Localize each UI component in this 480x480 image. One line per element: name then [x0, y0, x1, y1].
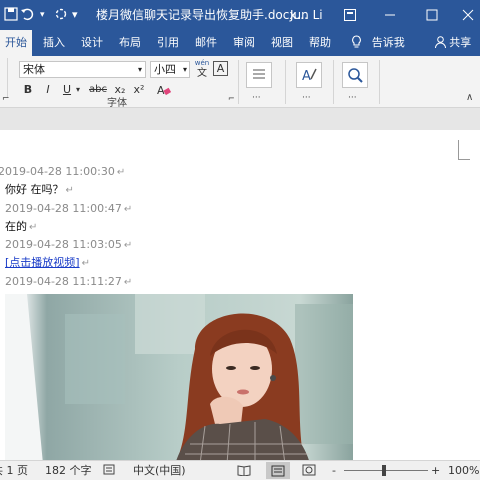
ribbon-separator [238, 60, 239, 104]
undo-dropdown-icon[interactable]: ▾ [40, 7, 45, 23]
title-bar: ▾ ▾ 楼月微信聊天记录导出恢复助手.docx... Jun Li [0, 0, 480, 30]
play-video-link[interactable]: [点击播放视频] [5, 256, 80, 269]
zoom-out-button[interactable]: - [332, 461, 336, 480]
font-size-value: 小四 [154, 63, 176, 76]
collapse-ribbon-icon[interactable]: ∧ [466, 92, 473, 103]
document-title: 楼月微信聊天记录导出恢复助手.docx... [96, 8, 308, 22]
ribbon-separator [379, 60, 380, 104]
styles-dropdown-icon[interactable]: ··· [302, 93, 311, 103]
language-indicator[interactable]: 中文(中国) [133, 461, 186, 480]
svg-text:A: A [302, 69, 311, 84]
bold-button[interactable]: B [22, 83, 34, 97]
read-mode-icon[interactable] [237, 461, 251, 480]
phonetic-char: 文 [197, 68, 207, 79]
phonetic-guide-button[interactable]: wén 文 [193, 59, 211, 79]
message-text: 在的 ↵ [5, 220, 38, 233]
ribbon-display-icon[interactable] [330, 0, 370, 30]
customize-icon[interactable]: ▾ [72, 7, 78, 23]
underline-button[interactable]: U [61, 83, 73, 97]
styles-icon[interactable]: A [296, 62, 322, 88]
tab-design[interactable]: 设计 [76, 30, 108, 56]
word-window: ▾ ▾ 楼月微信聊天记录导出恢复助手.docx... Jun Li 开始 插入 … [0, 0, 480, 480]
find-icon[interactable] [342, 62, 368, 88]
font-name-value: 宋体 [23, 63, 45, 76]
clipboard-group: ⌐ [0, 58, 14, 104]
tab-view[interactable]: 视图 [266, 30, 298, 56]
tab-mailings[interactable]: 邮件 [190, 30, 222, 56]
superscript-button[interactable]: x² [131, 83, 147, 97]
tab-layout[interactable]: 布局 [114, 30, 146, 56]
person-icon [434, 36, 450, 49]
proofing-icon[interactable] [103, 461, 117, 480]
underline-dropdown-icon[interactable]: ▾ [74, 83, 82, 97]
message-text: 你好 在吗？ ↵ [5, 183, 74, 196]
video-link-line: [点击播放视频] ↵ [5, 256, 90, 269]
close-icon[interactable] [448, 0, 480, 30]
timestamp: 2019-04-28 11:11:27 ↵ [5, 275, 133, 288]
zoom-slider-thumb[interactable] [382, 465, 386, 476]
character-border-button[interactable]: A [213, 61, 228, 76]
print-layout-button[interactable] [266, 462, 290, 479]
tab-insert[interactable]: 插入 [38, 30, 70, 56]
document-page[interactable]: 2019-04-28 11:00:30 ↵ 你好 在吗？ ↵ 2019-04-28 … [0, 130, 480, 460]
italic-button[interactable]: I [42, 83, 54, 97]
undo-icon[interactable] [20, 7, 34, 25]
font-group-label: 字体 [107, 98, 127, 109]
font-launcher-icon[interactable]: ⌐ [228, 94, 235, 103]
ruler-gap [0, 108, 480, 130]
font-size-dropdown-icon[interactable]: ▾ [183, 62, 187, 77]
redo-icon[interactable] [54, 7, 68, 25]
maximize-icon[interactable] [412, 0, 452, 30]
zoom-in-button[interactable]: + [431, 461, 440, 480]
tell-me-button[interactable]: 告诉我 [346, 30, 410, 56]
ribbon-separator [333, 60, 334, 104]
svg-text:A: A [157, 84, 165, 96]
tab-references[interactable]: 引用 [152, 30, 184, 56]
tell-me-label: 告诉我 [371, 36, 405, 49]
clipboard-launcher-icon[interactable]: ⌐ [2, 94, 10, 104]
ribbon-tabs: 开始 插入 设计 布局 引用 邮件 审阅 视图 帮助 告诉我 共享 [0, 30, 480, 56]
share-button[interactable]: 共享 [428, 30, 478, 56]
paragraph-icon[interactable] [246, 62, 272, 88]
status-bar: 共 1 页 182 个字 中文(中国) - + 100% [0, 460, 480, 480]
save-icon[interactable] [4, 7, 18, 25]
margin-corner-mark [458, 140, 470, 160]
timestamp: 2019-04-28 11:00:30 ↵ [0, 165, 126, 178]
ribbon-separator [285, 60, 286, 104]
zoom-slider[interactable] [344, 470, 428, 471]
chat-photo[interactable] [5, 294, 353, 460]
word-count[interactable]: 182 个字 [45, 461, 92, 480]
tab-help[interactable]: 帮助 [304, 30, 336, 56]
page-count[interactable]: 共 1 页 [0, 461, 28, 480]
strikethrough-button[interactable]: abc [87, 83, 109, 97]
timestamp: 2019-04-28 11:03:05 ↵ [5, 238, 133, 251]
minimize-icon[interactable] [370, 0, 410, 30]
ribbon: ⌐ 宋体 ▾ 小四 ▾ wén 文 A B I U ▾ abc x₂ x² A … [0, 56, 480, 109]
clear-formatting-icon[interactable]: A [156, 83, 172, 100]
zoom-level[interactable]: 100% [448, 461, 479, 480]
phonetic-label: wén [194, 59, 210, 67]
user-name[interactable]: Jun Li [290, 7, 323, 23]
web-layout-icon[interactable] [302, 461, 316, 480]
lightbulb-icon [351, 35, 366, 49]
tab-review[interactable]: 审阅 [228, 30, 260, 56]
font-name-dropdown-icon[interactable]: ▾ [138, 62, 142, 77]
editing-dropdown-icon[interactable]: ··· [348, 93, 357, 103]
font-size-input[interactable]: 小四 ▾ [150, 61, 190, 78]
timestamp: 2019-04-28 11:00:47 ↵ [5, 202, 133, 215]
font-name-input[interactable]: 宋体 ▾ [19, 61, 146, 78]
share-label: 共享 [449, 36, 472, 49]
paragraph-dropdown-icon[interactable]: ··· [252, 93, 261, 103]
tab-home[interactable]: 开始 [0, 30, 32, 56]
